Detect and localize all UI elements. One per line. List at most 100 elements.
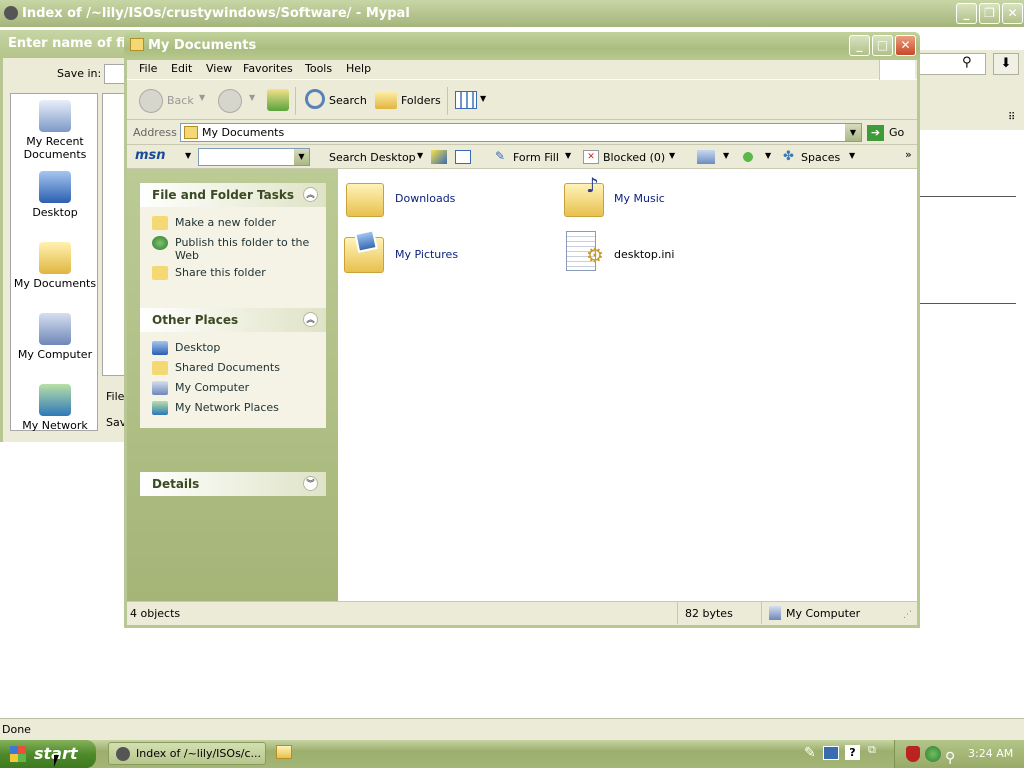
place-shared-documents-link[interactable]: Shared Documents [152, 361, 280, 375]
browser-minimize-button[interactable]: _ [956, 3, 977, 24]
blocked-button[interactable]: Blocked (0) [603, 151, 665, 164]
go-button[interactable]: Go [889, 126, 904, 139]
messenger-dropdown-icon[interactable]: ▼ [765, 151, 771, 160]
back-arrow-icon[interactable] [139, 89, 163, 113]
file-item[interactable]: ⚙ desktop.ini [564, 229, 764, 277]
folders-icon[interactable] [375, 91, 397, 109]
address-input[interactable]: My Documents ▼ [180, 123, 862, 142]
folders-button[interactable]: Folders [401, 94, 441, 107]
forward-dropdown-icon[interactable]: ▼ [249, 93, 255, 102]
edit-icon[interactable] [455, 150, 471, 164]
security-shield-icon[interactable] [906, 746, 920, 762]
resize-grip-icon[interactable]: ⋰ [903, 610, 912, 620]
form-fill-button[interactable]: Form Fill [513, 151, 559, 164]
browser-search-input[interactable] [918, 53, 986, 75]
minimize-button[interactable]: _ [849, 35, 870, 56]
menu-file[interactable]: File [139, 62, 157, 75]
windows-logo-icon [879, 60, 915, 80]
help-icon[interactable]: ? [845, 745, 860, 760]
collapse-icon[interactable]: ︽ [303, 312, 318, 327]
task-publish-web[interactable]: Publish this folder to the Web [152, 236, 312, 262]
file-name-label: File [106, 390, 125, 403]
spaces-icon[interactable]: ✤ [783, 149, 794, 164]
maximize-button[interactable]: □ [872, 35, 893, 56]
chevron-down-icon[interactable]: ▼ [845, 124, 861, 141]
menu-tools[interactable]: Tools [305, 62, 332, 75]
start-button[interactable]: start [0, 740, 96, 768]
msn-search-input[interactable]: ▼ [198, 148, 310, 166]
place-desktop[interactable]: Desktop [11, 171, 99, 219]
popup-blocker-icon[interactable]: ✕ [583, 150, 599, 164]
other-places-header[interactable]: Other Places ︽ [140, 308, 326, 332]
menu-view[interactable]: View [206, 62, 232, 75]
my-network-icon [39, 384, 71, 416]
place-my-documents[interactable]: My Documents [11, 242, 99, 290]
status-divider [761, 602, 762, 624]
network-icon[interactable] [925, 746, 941, 762]
place-my-computer-link[interactable]: My Computer [152, 381, 249, 395]
address-label: Address [133, 126, 177, 139]
file-item[interactable]: ♪ My Music [564, 173, 764, 221]
menu-help[interactable]: Help [346, 62, 371, 75]
file-item[interactable]: My Pictures [344, 229, 544, 277]
search-icon[interactable]: ⚲ [962, 55, 972, 70]
go-arrow-icon[interactable]: ➔ [867, 125, 884, 141]
gear-icon: ⚙ [586, 243, 604, 267]
page-rule [918, 196, 1016, 197]
close-button[interactable]: ✕ [895, 35, 916, 56]
taskbar-folder-icon[interactable] [276, 745, 292, 759]
search-button[interactable]: Search [329, 94, 367, 107]
menu-favorites[interactable]: Favorites [243, 62, 293, 75]
form-fill-icon[interactable]: ✎ [495, 149, 505, 163]
task-make-new-folder[interactable]: Make a new folder [152, 216, 276, 230]
grid-icon[interactable]: ⠿ [1008, 112, 1015, 123]
toolbar-overflow-icon[interactable]: » [905, 148, 912, 161]
back-button[interactable]: Back [167, 94, 194, 107]
mail-icon[interactable] [697, 150, 715, 164]
explorer-title-bar[interactable]: My Documents [124, 32, 920, 60]
browser-maximize-button[interactable]: ❐ [979, 3, 1000, 24]
collapse-icon[interactable]: ︽ [303, 187, 318, 202]
place-desktop-link[interactable]: Desktop [152, 341, 220, 355]
page-rule [918, 303, 1016, 304]
views-icon[interactable] [455, 91, 477, 109]
tray-tool-icon[interactable]: ✎ [804, 745, 816, 761]
place-my-network-link[interactable]: My Network Places [152, 401, 279, 415]
recent-documents-icon [39, 100, 71, 132]
search-desktop-dropdown-icon[interactable]: ▼ [417, 151, 423, 160]
place-my-computer[interactable]: My Computer [11, 313, 99, 361]
place-my-network[interactable]: My Network [11, 384, 99, 432]
spaces-button[interactable]: Spaces [801, 151, 840, 164]
mypal-icon [116, 747, 130, 761]
mail-dropdown-icon[interactable]: ▼ [723, 151, 729, 160]
msn-dropdown-icon[interactable]: ▼ [185, 151, 191, 160]
place-recent[interactable]: My Recent Documents [11, 100, 99, 161]
views-dropdown-icon[interactable]: ▼ [480, 94, 486, 103]
chevron-down-icon[interactable]: ▼ [294, 149, 309, 165]
desktop-icon [39, 171, 71, 203]
forward-arrow-icon[interactable] [218, 89, 242, 113]
expand-icon[interactable]: ︾ [303, 476, 318, 491]
back-dropdown-icon[interactable]: ▼ [199, 93, 205, 102]
tray-desktop-icon[interactable] [823, 746, 839, 760]
search-desktop-button[interactable]: Search Desktop [329, 151, 416, 164]
status-divider [677, 602, 678, 624]
highlight-icon[interactable] [431, 150, 447, 164]
details-header[interactable]: Details ︾ [140, 472, 326, 496]
blocked-dropdown-icon[interactable]: ▼ [669, 151, 675, 160]
taskbar-item-browser[interactable]: Index of /~lily/ISOs/c... [108, 742, 266, 765]
task-share-folder[interactable]: Share this folder [152, 266, 266, 280]
download-icon[interactable]: ⬇ [993, 53, 1019, 75]
clock: 3:24 AM [968, 747, 1014, 760]
browser-close-button[interactable]: ✕ [1002, 3, 1023, 24]
form-fill-dropdown-icon[interactable]: ▼ [565, 151, 571, 160]
file-folder-tasks-header[interactable]: File and Folder Tasks ︽ [140, 183, 326, 207]
menu-edit[interactable]: Edit [171, 62, 192, 75]
msn-toolbar: msn ▼ ▼ Search Desktop ▼ ✎ Form Fill ▼ ✕… [127, 145, 917, 169]
file-item[interactable]: Downloads [346, 177, 546, 221]
up-folder-icon[interactable] [267, 89, 289, 111]
spaces-dropdown-icon[interactable]: ▼ [849, 151, 855, 160]
messenger-icon[interactable] [739, 149, 757, 165]
tray-windows-icon[interactable]: ⧉ [868, 743, 876, 757]
search-icon[interactable] [305, 89, 325, 109]
